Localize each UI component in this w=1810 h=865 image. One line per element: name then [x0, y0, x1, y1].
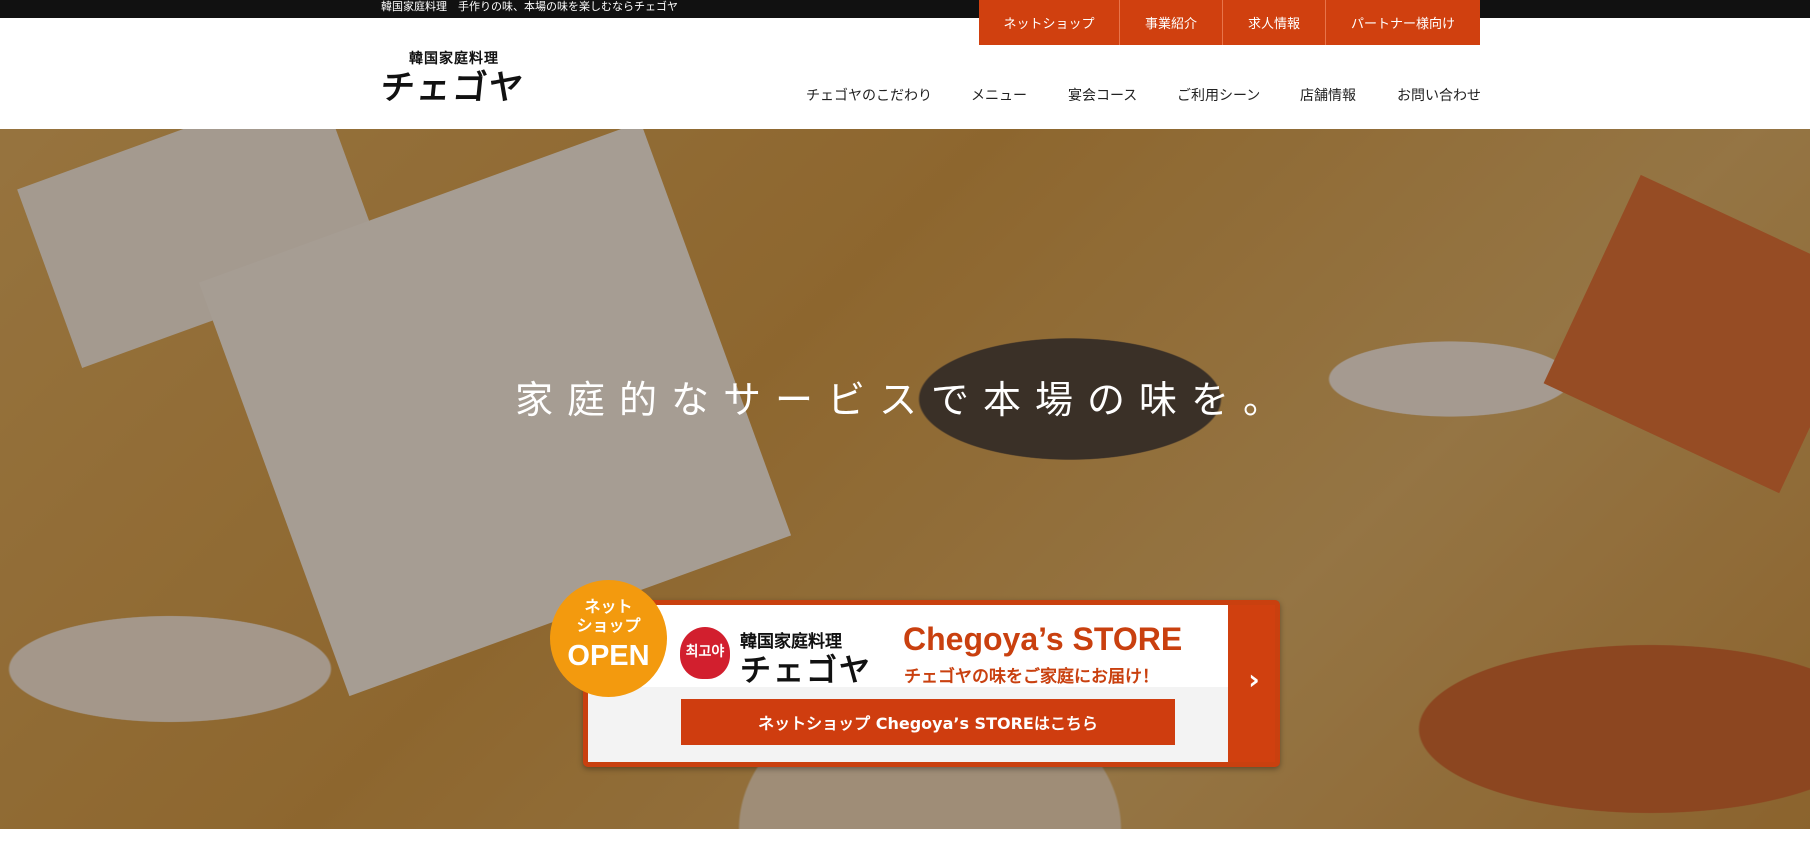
- badge-line-3: OPEN: [567, 640, 650, 672]
- nav-item-stores[interactable]: 店舗情報: [1300, 85, 1356, 105]
- nav-item-course[interactable]: 宴会コース: [1068, 85, 1137, 105]
- emblem-text: 최고야: [685, 644, 725, 660]
- badge-line-2: ショップ: [576, 616, 641, 635]
- shop-tagline: チェゴヤの味をご家庭にお届け！: [904, 667, 1159, 687]
- shop-logo-title: チェゴヤ: [740, 653, 872, 689]
- chegoya-emblem-icon: 최고야: [680, 627, 730, 679]
- chevron-right-icon: ›: [1248, 663, 1260, 696]
- netshop-arrow-button[interactable]: ›: [1228, 605, 1275, 762]
- netshop-cta-button[interactable]: ネットショップ Chegoya’s STOREはこちら: [681, 699, 1175, 745]
- hero-headline: 家庭的なサービスで本場の味を。: [514, 378, 1295, 422]
- site-tagline: 韓国家庭料理 手作りの味、本場の味を楽しむならチェゴヤ: [381, 0, 678, 13]
- main-nav: チェゴヤのこだわり メニュー 宴会コース ご利用シーン 店舗情報 お問い合わせ: [0, 85, 1810, 105]
- top-link-netshop[interactable]: ネットショップ: [979, 0, 1120, 45]
- top-bar: 韓国家庭料理 手作りの味、本場の味を楽しむならチェゴヤ: [0, 0, 1810, 18]
- nav-item-menu[interactable]: メニュー: [971, 85, 1027, 105]
- site-header: 韓国家庭料理 チェゴヤ チェゴヤのこだわり メニュー 宴会コース ご利用シーン …: [0, 18, 1810, 129]
- badge-line-1: ネット: [584, 597, 633, 616]
- top-link-business[interactable]: 事業紹介: [1120, 0, 1223, 45]
- nav-item-contact[interactable]: お問い合わせ: [1397, 85, 1481, 105]
- netshop-banner[interactable]: 최고야 韓国家庭料理 チェゴヤ Chegoya’s STORE チェゴヤの味をご…: [583, 600, 1280, 767]
- nav-item-kodawari[interactable]: チェゴヤのこだわり: [806, 85, 932, 105]
- page-bottom: [0, 829, 1810, 865]
- top-link-partner[interactable]: パートナー様向け: [1326, 0, 1480, 45]
- nav-item-scenes[interactable]: ご利用シーン: [1177, 85, 1260, 105]
- open-badge: ネット ショップ OPEN: [550, 580, 667, 697]
- top-link-recruit[interactable]: 求人情報: [1223, 0, 1326, 45]
- top-links: ネットショップ 事業紹介 求人情報 パートナー様向け: [979, 0, 1480, 45]
- shop-title: Chegoya’s STORE: [903, 621, 1183, 657]
